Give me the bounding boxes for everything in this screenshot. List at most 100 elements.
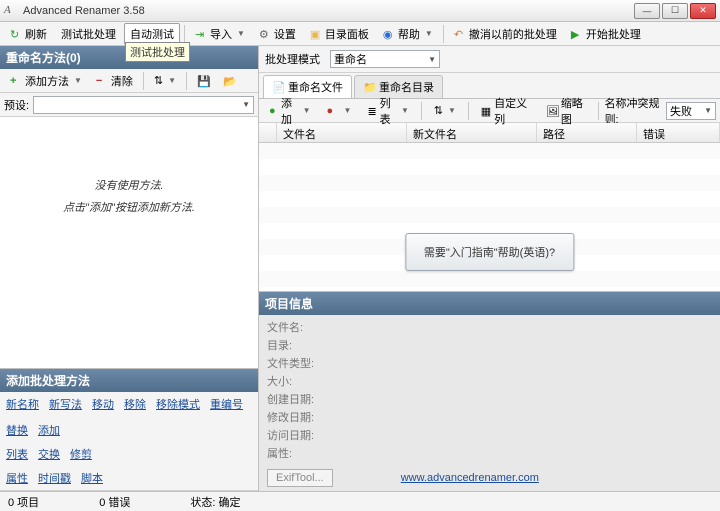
item-info-header: 项目信息	[259, 292, 720, 315]
chevron-down-icon: ▼	[303, 106, 311, 115]
clear-methods-button[interactable]: −清除	[90, 70, 139, 92]
save-preset-button[interactable]: 💾	[191, 72, 215, 90]
plus-icon: +	[10, 75, 22, 87]
start-batch-label: 开始批处理	[586, 26, 641, 42]
method-script[interactable]: 脚本	[81, 470, 103, 486]
add-files-button[interactable]: ●添加▼	[263, 92, 317, 130]
info-attrs: 属性:	[267, 445, 712, 461]
method-replace[interactable]: 替换	[6, 422, 28, 438]
minus-icon: ●	[327, 105, 339, 117]
list-button[interactable]: ≣列表▼	[361, 92, 415, 130]
separator	[186, 72, 187, 90]
separator	[468, 102, 469, 120]
method-add[interactable]: 添加	[38, 422, 60, 438]
preset-select[interactable]: ▼	[33, 96, 254, 114]
method-list[interactable]: 列表	[6, 446, 28, 462]
status-bar: 0 项目 0 错误 状态: 确定	[0, 491, 720, 511]
list-icon: ≣	[367, 105, 376, 117]
mode-select[interactable]: 重命名▼	[330, 50, 440, 68]
col-error[interactable]: 错误	[637, 123, 720, 142]
chevron-down-icon: ▼	[168, 76, 176, 85]
import-icon: ⇥	[195, 28, 207, 40]
clear-label: 清除	[111, 73, 133, 89]
left-panel: 重命名方法(0) +添加方法▼ −清除 ⇅▼ 💾 📂 预设: ▼ 没有使用方法.…	[0, 46, 259, 491]
method-newcase[interactable]: 新写法	[49, 396, 82, 412]
minimize-button[interactable]: —	[634, 3, 660, 19]
undo-icon: ↶	[454, 28, 466, 40]
refresh-button[interactable]: ↻刷新	[4, 23, 53, 45]
info-created: 创建日期:	[267, 391, 712, 407]
add-methods-panel: 添加批处理方法 新名称 新写法 移动 移除 移除模式 重编号 替换 添加 列表 …	[0, 368, 258, 491]
auto-test-button[interactable]: 自动测试 测试批处理	[124, 23, 180, 45]
mode-value: 重命名	[334, 51, 367, 67]
method-move[interactable]: 移动	[92, 396, 114, 412]
chevron-down-icon: ▼	[344, 106, 352, 115]
website-link[interactable]: www.advancedrenamer.com	[401, 472, 539, 484]
thumbnails-button[interactable]: 🖼缩略图	[540, 92, 592, 130]
window-title: Advanced Renamer 3.58	[23, 5, 634, 17]
method-remove[interactable]: 移除	[124, 396, 146, 412]
dir-panel-button[interactable]: ▣目录面板	[304, 23, 375, 45]
status-errors: 0 错误	[99, 494, 130, 510]
mode-row: 批处理模式 重命名▼	[259, 46, 720, 73]
thumbs-label: 缩略图	[561, 95, 586, 127]
separator	[443, 25, 444, 43]
method-timestamp[interactable]: 时间戳	[38, 470, 71, 486]
methods-toolbar: +添加方法 ▼ −清除 ⇅▼ 💾 📂	[0, 69, 258, 93]
import-label: 导入	[210, 26, 232, 42]
separator	[184, 25, 185, 43]
titlebar: A Advanced Renamer 3.58 — ☐ ✕	[0, 0, 720, 22]
add-method-label: 添加方法	[25, 73, 69, 89]
add-method-button[interactable]: +添加方法 ▼	[4, 70, 88, 92]
right-panel: 批处理模式 重命名▼ 📄重命名文件 📁重命名目录 ●添加▼ ●▼ ≣列表▼ ⇅▼…	[259, 46, 720, 491]
undo-batch-label: 撤消以前的批处理	[469, 26, 557, 42]
app-icon: A	[4, 4, 18, 18]
add-files-label: 添加	[281, 95, 298, 127]
test-batch-button[interactable]: 测试批处理	[55, 23, 122, 45]
window-controls: — ☐ ✕	[634, 3, 716, 19]
info-filename: 文件名:	[267, 319, 712, 335]
play-icon: ▶	[571, 28, 583, 40]
close-button[interactable]: ✕	[690, 3, 716, 19]
item-info-panel: 项目信息 文件名: 目录: 文件类型: 大小: 创建日期: 修改日期: 访问日期…	[259, 291, 720, 491]
maximize-button[interactable]: ☐	[662, 3, 688, 19]
start-batch-button[interactable]: ▶开始批处理	[565, 23, 647, 45]
file-grid-body[interactable]: 需要"入门指南"帮助(英语)?	[259, 143, 720, 291]
getting-started-button[interactable]: 需要"入门指南"帮助(英语)?	[405, 233, 574, 271]
status-items: 0 项目	[8, 494, 39, 510]
import-button[interactable]: ⇥导入▼	[189, 23, 251, 45]
refresh-label: 刷新	[25, 26, 47, 42]
minus-icon: −	[96, 75, 108, 87]
settings-label: 设置	[274, 26, 296, 42]
settings-button[interactable]: ⚙设置	[253, 23, 302, 45]
list-label: 列表	[380, 95, 396, 127]
method-links-row3: 属性 时间戳 脚本	[0, 466, 258, 491]
separator	[143, 72, 144, 90]
columns-icon: ▦	[481, 105, 491, 117]
move-up-button[interactable]: ⇅▼	[148, 71, 182, 90]
remove-files-button[interactable]: ●▼	[321, 102, 358, 120]
file-toolbar: ●添加▼ ●▼ ≣列表▼ ⇅▼ ▦自定义列 🖼缩略图 名称冲突规则: 失败▼	[259, 99, 720, 123]
chevron-down-icon: ▼	[74, 76, 82, 85]
help-icon: ◉	[383, 28, 395, 40]
chevron-down-icon: ▼	[425, 29, 433, 38]
custom-cols-label: 自定义列	[494, 95, 530, 127]
conflict-select[interactable]: 失败▼	[666, 102, 716, 120]
custom-columns-button[interactable]: ▦自定义列	[475, 92, 536, 130]
method-removepattern[interactable]: 移除模式	[156, 396, 200, 412]
method-attributes[interactable]: 属性	[6, 470, 28, 486]
undo-batch-button[interactable]: ↶撤消以前的批处理	[448, 23, 563, 45]
help-button[interactable]: ◉帮助▼	[377, 23, 439, 45]
test-batch-label: 测试批处理	[61, 26, 116, 42]
separator	[421, 102, 422, 120]
mode-label: 批处理模式	[265, 51, 320, 67]
method-newname[interactable]: 新名称	[6, 396, 39, 412]
tooltip: 测试批处理	[125, 42, 190, 62]
exiftool-button[interactable]: ExifTool...	[267, 469, 333, 487]
open-preset-button[interactable]: 📂	[217, 72, 241, 90]
main-toolbar: ↻刷新 测试批处理 自动测试 测试批处理 ⇥导入▼ ⚙设置 ▣目录面板 ◉帮助▼…	[0, 22, 720, 46]
method-trim[interactable]: 修剪	[70, 446, 92, 462]
method-swap[interactable]: 交换	[38, 446, 60, 462]
move-files-button[interactable]: ⇅▼	[428, 101, 462, 120]
method-renumber[interactable]: 重编号	[210, 396, 243, 412]
